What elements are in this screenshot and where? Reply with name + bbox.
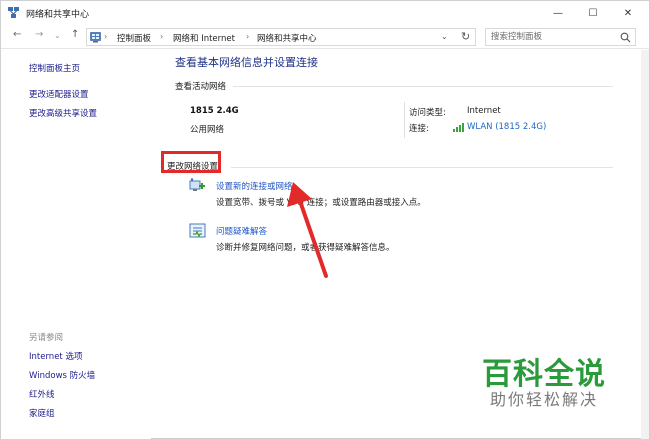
sidebar: 控制面板主页 更改适配器设置 更改高级共享设置 另请参阅 Internet 选项… [1,50,151,439]
sidebar-link-advanced-sharing[interactable]: 更改高级共享设置 [29,107,97,119]
wifi-signal-icon [453,123,464,132]
breadcrumb-network-sharing-center[interactable]: 网络和共享中心 [257,32,317,44]
window-right-edge [641,50,649,439]
see-also-homegroup[interactable]: 家庭组 [29,407,55,419]
recent-locations-button[interactable]: ⌄ [54,31,61,40]
control-panel-icon [90,32,101,43]
access-type-value: Internet [467,106,501,116]
setup-new-connection-description: 设置宽带、拨号或 VPN 连接；或设置路由器或接入点。 [216,198,426,208]
see-also-heading: 另请参阅 [29,333,64,343]
page-title: 查看基本网络信息并设置连接 [175,56,318,69]
refresh-button[interactable]: ↻ [461,30,470,43]
sidebar-link-change-adapter-settings[interactable]: 更改适配器设置 [29,88,89,100]
watermark-tagline: 助你轻松解决 [490,390,599,409]
network-center-icon [8,7,19,18]
wlan-connection-link[interactable]: WLAN (1815 2.4G) [467,122,546,132]
network-type-link[interactable]: 公用网络 [190,123,224,135]
see-also-infrared[interactable]: 红外线 [29,388,55,400]
breadcrumb-separator: › [160,32,164,41]
forward-button[interactable]: → [35,29,43,40]
address-box[interactable]: › 控制面板 › 网络和 Internet › 网络和共享中心 ⌄ ↻ [86,28,476,46]
annotation-highlight-box [161,151,221,173]
breadcrumb-separator: › [246,32,250,41]
troubleshoot-icon [189,223,206,238]
breadcrumb-network-internet[interactable]: 网络和 Internet [173,32,235,44]
active-networks-heading: 查看活动网络 [175,82,227,92]
close-button[interactable]: ✕ [612,1,644,25]
breadcrumb-separator: › [104,32,108,41]
address-dropdown-button[interactable]: ⌄ [441,32,448,41]
address-toolbar: ← → ⌄ ↑ › 控制面板 › 网络和 Internet › 网络和共享中心 … [1,25,649,49]
back-button[interactable]: ← [13,29,21,40]
search-icon[interactable] [620,32,631,43]
section-divider [233,86,613,87]
setup-new-connection-link[interactable]: 设置新的连接或网络 [216,180,293,192]
maximize-button[interactable]: ☐ [577,1,609,25]
search-box[interactable] [485,28,636,46]
network-info-divider [404,102,405,138]
title-bar: 网络和共享中心 — ☐ ✕ [1,1,649,25]
minimize-button[interactable]: — [542,1,574,25]
troubleshoot-description: 诊断并修复网络问题，或者获得疑难解答信息。 [216,243,395,253]
new-connection-icon [189,178,205,191]
window-title: 网络和共享中心 [26,10,90,20]
search-input[interactable] [491,31,616,43]
up-button[interactable]: ↑ [71,29,79,40]
see-also-internet-options[interactable]: Internet 选项 [29,350,82,362]
sidebar-link-control-panel-home[interactable]: 控制面板主页 [29,62,80,74]
connection-label: 连接: [409,124,429,134]
network-name: 1815 2.4G [190,106,239,116]
breadcrumb-control-panel[interactable]: 控制面板 [117,32,151,44]
troubleshoot-link[interactable]: 问题疑难解答 [216,225,267,237]
access-type-label: 访问类型: [409,108,446,118]
see-also-windows-firewall[interactable]: Windows 防火墙 [29,369,95,381]
section-divider [231,167,613,168]
